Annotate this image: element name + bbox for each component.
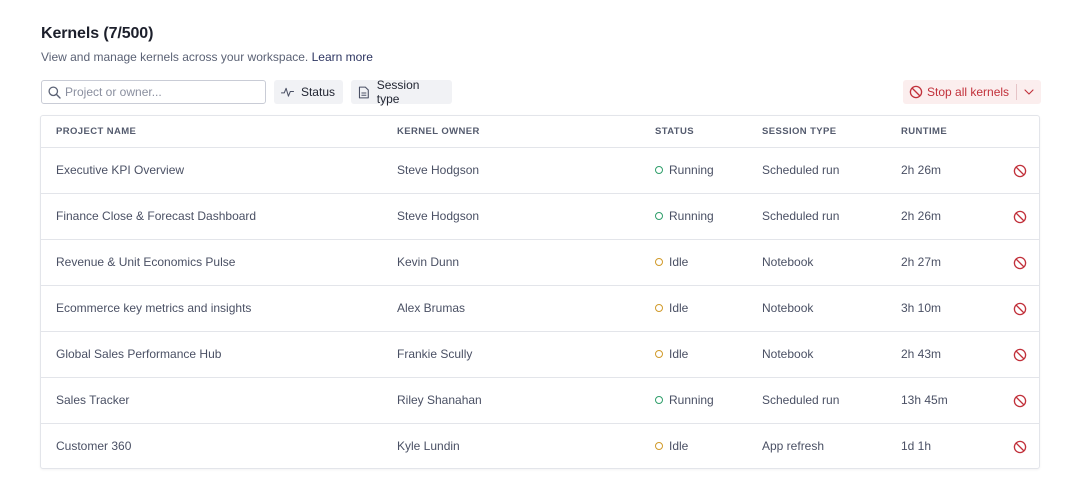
stop-kernel-icon[interactable] [1013,440,1027,454]
status-label: Running [669,209,714,223]
project-name: Global Sales Performance Hub [56,347,222,361]
page-subtitle: View and manage kernels across your work… [41,50,373,64]
runtime: 2h 26m [901,209,942,223]
status-cell: Running [655,163,714,177]
session-type: App refresh [762,439,825,453]
session-type: Scheduled run [762,163,840,177]
column-header-kernel-owner: Kernel owner [397,126,480,137]
idle-status-icon [655,258,663,266]
chevron-down-icon [1024,89,1034,95]
runtime: 3h 10m [901,301,942,315]
project-name: Ecommerce key metrics and insights [56,301,252,315]
running-status-icon [655,396,663,404]
status-label: Running [669,393,714,407]
session-type: Notebook [762,347,814,361]
kernels-table: Project name Kernel owner Status Session… [40,115,1040,469]
document-icon [358,86,369,98]
idle-status-icon [655,442,663,450]
status-cell: Idle [655,301,688,315]
column-header-project-name: Project name [56,126,137,137]
session-type-filter-button[interactable]: Session type [351,78,452,106]
stop-all-kernels-label: Stop all kernels [927,85,1010,99]
kernel-owner: Steve Hodgson [397,209,480,223]
stop-all-menu-toggle[interactable] [1017,80,1041,104]
table-row: Revenue & Unit Economics Pulse Kevin Dunn… [41,240,1039,286]
project-name: Revenue & Unit Economics Pulse [56,255,236,269]
runtime: 1d 1h [901,439,932,453]
stop-all-kernels-group: Stop all kernels [903,80,1041,104]
table-row: Sales Tracker Riley Shanahan Running Schedu… [41,378,1039,424]
subtitle-text: View and manage kernels across your work… [41,50,309,64]
activity-icon [281,87,294,97]
idle-status-icon [655,350,663,358]
column-header-status: Status [655,126,694,137]
session-type: Scheduled run [762,393,840,407]
table-row: Finance Close & Forecast Dashboard Steve … [41,194,1039,240]
status-cell: Running [655,393,714,407]
idle-status-icon [655,304,663,312]
table-header: Project name Kernel owner Status Session… [41,116,1039,148]
stop-kernel-icon[interactable] [1013,348,1027,362]
status-filter-button[interactable]: Status [274,80,343,104]
stop-kernel-icon[interactable] [1013,394,1027,408]
table-row: Executive KPI Overview Steve Hodgson Runni… [41,148,1039,194]
status-filter-label: Status [300,85,335,99]
status-label: Idle [669,255,689,269]
search-box[interactable] [41,80,266,104]
column-header-runtime: Runtime [901,126,948,137]
session-type-filter-label: Session type [376,78,420,106]
stop-kernel-icon[interactable] [1013,302,1027,316]
stop-kernel-icon[interactable] [1013,210,1027,224]
column-header-session-type: Session type [762,126,837,137]
kernel-owner: Riley Shanahan [397,393,482,407]
runtime: 2h 43m [901,347,942,361]
learn-more-link[interactable]: Learn more [312,50,373,64]
runtime: 2h 26m [901,163,942,177]
search-input[interactable] [65,81,260,103]
session-type: Scheduled run [762,209,840,223]
status-cell: Idle [655,347,688,361]
page-title: Kernels (7/500) [41,25,154,42]
stop-all-kernels-button[interactable]: Stop all kernels [903,80,1016,104]
table-row: Ecommerce key metrics and insights Alex B… [41,286,1039,332]
status-cell: Idle [655,439,688,453]
status-cell: Idle [655,255,688,269]
project-name: Executive KPI Overview [56,163,185,177]
status-label: Running [669,163,714,177]
stop-kernel-icon[interactable] [1013,256,1027,270]
kernel-owner: Steve Hodgson [397,163,480,177]
stop-icon [909,85,923,99]
session-type: Notebook [762,301,814,315]
running-status-icon [655,166,663,174]
runtime: 13h 45m [901,393,948,407]
runtime: 2h 27m [901,255,942,269]
project-name: Customer 360 [56,439,132,453]
project-name: Finance Close & Forecast Dashboard [56,209,257,223]
kernel-owner: Alex Brumas [397,301,466,315]
status-label: Idle [669,347,689,361]
table-row: Global Sales Performance Hub Frankie Scul… [41,332,1039,378]
kernel-owner: Frankie Scully [397,347,473,361]
status-label: Idle [669,439,689,453]
status-label: Idle [669,301,689,315]
project-name: Sales Tracker [56,393,130,407]
status-cell: Running [655,209,714,223]
table-row: Customer 360 Kyle Lundin Idle App refresh 1d… [41,424,1039,468]
kernel-owner: Kevin Dunn [397,255,460,269]
stop-kernel-icon[interactable] [1013,164,1027,178]
kernels-page: Kernels (7/500) View and manage kernels … [0,0,1080,495]
search-icon [48,86,61,99]
session-type: Notebook [762,255,814,269]
table-body: Executive KPI Overview Steve Hodgson Runni… [41,148,1039,468]
running-status-icon [655,212,663,220]
kernel-owner: Kyle Lundin [397,439,460,453]
